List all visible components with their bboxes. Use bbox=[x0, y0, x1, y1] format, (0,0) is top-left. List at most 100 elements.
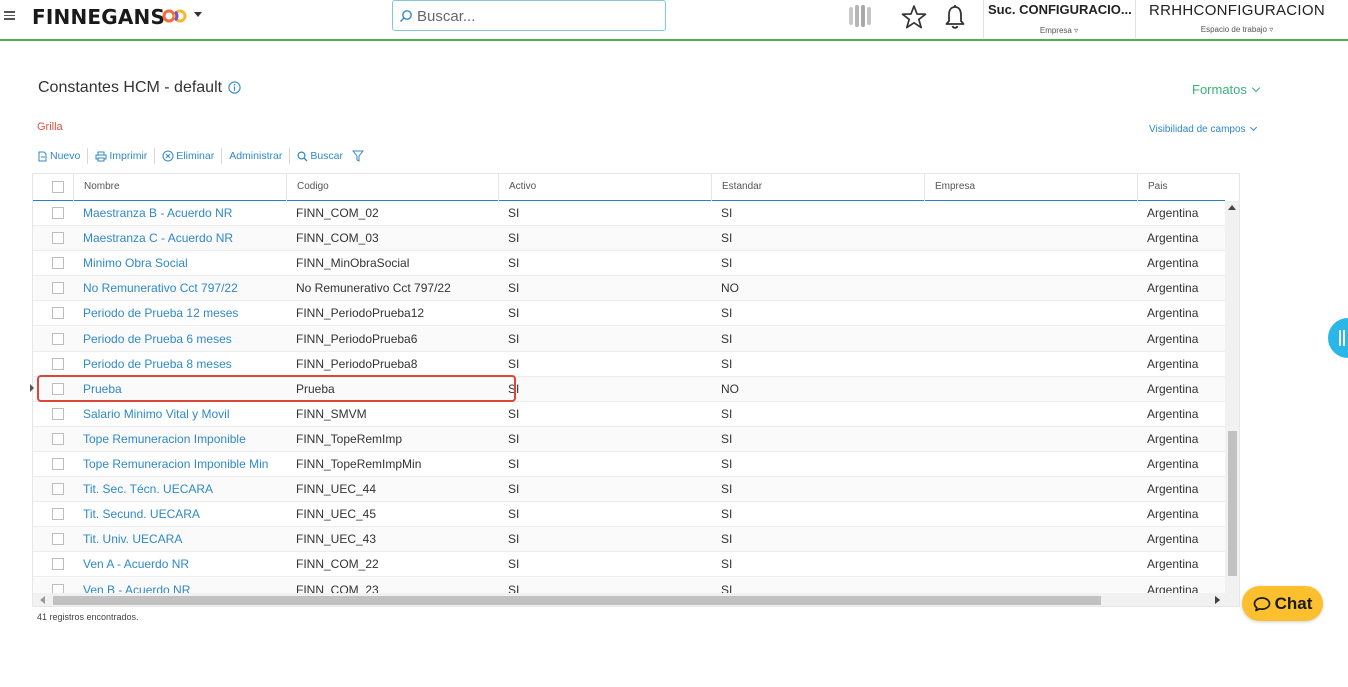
brand-dropdown-icon[interactable] bbox=[194, 12, 202, 17]
nuevo-button[interactable]: Nuevo bbox=[37, 148, 89, 164]
buscar-button[interactable]: Buscar bbox=[290, 148, 373, 164]
row-checkbox[interactable] bbox=[52, 357, 64, 370]
cell-activo: SI bbox=[508, 331, 520, 346]
row-checkbox[interactable] bbox=[52, 382, 64, 395]
cell-estandar: SI bbox=[721, 331, 733, 346]
column-header-activo[interactable]: Activo bbox=[498, 174, 711, 201]
cell-estandar: SI bbox=[721, 356, 733, 371]
row-checkbox[interactable] bbox=[52, 558, 64, 571]
info-icon[interactable] bbox=[228, 81, 241, 94]
cell-nombre[interactable]: Tit. Sec. Técn. UECARA bbox=[73, 477, 286, 502]
visibilidad-campos-dropdown[interactable]: Visibilidad de campos bbox=[1149, 123, 1257, 135]
imprimir-button[interactable]: Imprimir bbox=[88, 148, 156, 164]
table-row[interactable]: Tit. Sec. Técn. UECARA FINN_UEC_44 SI SI Arg… bbox=[33, 477, 1225, 503]
star-icon[interactable] bbox=[901, 4, 927, 30]
cell-nombre[interactable]: Periodo de Prueba 6 meses bbox=[73, 327, 286, 352]
column-header-pais[interactable]: Pais bbox=[1137, 174, 1225, 201]
cell-nombre[interactable]: Tope Remuneracion Imponible bbox=[73, 427, 286, 452]
row-checkbox[interactable] bbox=[52, 432, 64, 445]
scroll-right-icon[interactable] bbox=[1215, 596, 1220, 604]
cell-empresa bbox=[924, 527, 1137, 552]
table-row[interactable]: Periodo de Prueba 12 meses FINN_PeriodoPr… bbox=[33, 301, 1225, 327]
cell-codigo: FINN_COM_02 bbox=[296, 206, 379, 220]
row-checkbox[interactable] bbox=[52, 207, 64, 219]
table-row[interactable]: No Remunerativo Cct 797/22 No Remunerativ… bbox=[33, 276, 1225, 302]
filter-icon[interactable] bbox=[352, 150, 365, 162]
cell-codigo: FINN_PeriodoPrueba8 bbox=[296, 356, 418, 371]
cell-activo: SI bbox=[508, 457, 520, 471]
search-input[interactable] bbox=[417, 6, 657, 26]
cell-codigo: FINN_COM_22 bbox=[296, 557, 379, 572]
cell-pais: Argentina bbox=[1147, 306, 1199, 321]
table-row[interactable]: Maestranza C - Acuerdo NR FINN_COM_03 SI SI… bbox=[33, 226, 1225, 252]
chat-button[interactable]: Chat bbox=[1242, 586, 1323, 621]
formatos-dropdown[interactable]: Formatos bbox=[1192, 82, 1261, 97]
column-header-empresa[interactable]: Empresa bbox=[924, 174, 1137, 201]
vertical-scroll-thumb[interactable] bbox=[1228, 431, 1237, 576]
table-row[interactable]: Tope Remuneracion Imponible Min FINN_Tope… bbox=[33, 452, 1225, 477]
cell-nombre[interactable]: Tit. Univ. UECARA bbox=[73, 527, 286, 552]
table-row[interactable]: Periodo de Prueba 8 meses FINN_PeriodoPru… bbox=[33, 352, 1225, 377]
select-all-checkbox[interactable] bbox=[52, 181, 64, 193]
cell-codigo: FINN_MinObraSocial bbox=[296, 256, 410, 271]
empresa-selector[interactable]: Suc. CONFIGURACIO... Empresa ▿ bbox=[988, 2, 1132, 35]
table-row[interactable]: Prueba Prueba SI NO Argentina bbox=[33, 376, 1225, 402]
row-checkbox[interactable] bbox=[52, 257, 64, 270]
cell-nombre[interactable]: Periodo de Prueba 8 meses bbox=[73, 352, 286, 377]
scroll-up-icon[interactable] bbox=[1228, 205, 1236, 210]
row-checkbox[interactable] bbox=[52, 232, 64, 245]
grid-header: Nombre Codigo Activo Estandar Empresa Pa… bbox=[33, 174, 1225, 201]
formatos-label: Formatos bbox=[1192, 82, 1247, 97]
cell-nombre[interactable]: Prueba bbox=[73, 377, 286, 402]
eliminar-button[interactable]: Eliminar bbox=[155, 148, 223, 164]
row-checkbox[interactable] bbox=[52, 533, 64, 546]
cell-pais: Argentina bbox=[1147, 431, 1199, 446]
chevron-down-icon bbox=[1249, 123, 1257, 132]
bell-icon[interactable] bbox=[944, 4, 966, 30]
cell-pais: Argentina bbox=[1147, 206, 1199, 220]
cell-estandar: SI bbox=[721, 457, 733, 471]
administrar-button[interactable]: Administrar bbox=[222, 148, 291, 164]
cell-nombre[interactable]: Tope Remuneracion Imponible Min bbox=[73, 452, 286, 477]
row-checkbox[interactable] bbox=[52, 458, 64, 470]
scroll-left-icon[interactable] bbox=[40, 596, 45, 604]
cell-nombre[interactable]: Maestranza B - Acuerdo NR bbox=[73, 201, 286, 226]
row-checkbox[interactable] bbox=[52, 483, 64, 496]
table-row[interactable]: Tit. Univ. UECARA FINN_UEC_43 SI SI Argentin… bbox=[33, 527, 1225, 553]
cell-nombre[interactable]: Periodo de Prueba 12 meses bbox=[73, 301, 286, 326]
espacio-selector[interactable]: RRHHCONFIGURACION Espacio de trabajo ▿ bbox=[1140, 2, 1334, 34]
cell-nombre[interactable]: Maestranza C - Acuerdo NR bbox=[73, 226, 286, 251]
table-row[interactable]: Salario Minimo Vital y Movil FINN_SMVM SI S… bbox=[33, 402, 1225, 427]
chat-label: Chat bbox=[1274, 593, 1313, 613]
cell-nombre[interactable]: Tit. Secund. UECARA bbox=[73, 502, 286, 527]
column-header-estandar[interactable]: Estandar bbox=[711, 174, 924, 201]
cell-codigo: FINN_SMVM bbox=[296, 406, 367, 421]
table-row[interactable]: Tope Remuneracion Imponible FINN_TopeRemI… bbox=[33, 426, 1225, 452]
horizontal-scroll-thumb[interactable] bbox=[53, 596, 1101, 605]
cell-nombre[interactable]: Ven A - Acuerdo NR bbox=[73, 552, 286, 577]
cell-empresa bbox=[924, 427, 1137, 452]
row-checkbox[interactable] bbox=[52, 307, 64, 320]
cell-nombre[interactable]: Minimo Obra Social bbox=[73, 251, 286, 276]
row-checkbox[interactable] bbox=[52, 332, 64, 345]
column-header-nombre[interactable]: Nombre bbox=[73, 174, 286, 201]
cell-nombre[interactable]: Salario Minimo Vital y Movil bbox=[73, 402, 286, 427]
cell-nombre[interactable]: No Remunerativo Cct 797/22 bbox=[73, 276, 286, 301]
table-row[interactable]: Maestranza B - Acuerdo NR FINN_COM_02 SI SI… bbox=[33, 201, 1225, 226]
menu-icon[interactable] bbox=[4, 9, 16, 23]
cell-codigo: No Remunerativo Cct 797/22 bbox=[296, 281, 451, 296]
vertical-scrollbar[interactable] bbox=[1225, 201, 1239, 606]
table-row[interactable]: Tit. Secund. UECARA FINN_UEC_45 SI SI Argent… bbox=[33, 502, 1225, 528]
horizontal-scrollbar[interactable] bbox=[33, 593, 1225, 606]
row-checkbox[interactable] bbox=[52, 407, 64, 420]
cell-pais: Argentina bbox=[1147, 507, 1199, 522]
column-header-codigo[interactable]: Codigo bbox=[286, 174, 498, 201]
row-checkbox[interactable] bbox=[52, 508, 64, 521]
cell-activo: SI bbox=[508, 557, 520, 572]
search-box[interactable] bbox=[392, 0, 666, 31]
table-row[interactable]: Ven A - Acuerdo NR FINN_COM_22 SI SI Argenti… bbox=[33, 552, 1225, 578]
table-row[interactable]: Periodo de Prueba 6 meses FINN_PeriodoPru… bbox=[33, 326, 1225, 352]
row-checkbox[interactable] bbox=[52, 282, 64, 295]
table-row[interactable]: Minimo Obra Social FINN_MinObraSocial SI SI… bbox=[33, 251, 1225, 277]
side-panel-toggle[interactable] bbox=[1328, 318, 1348, 358]
